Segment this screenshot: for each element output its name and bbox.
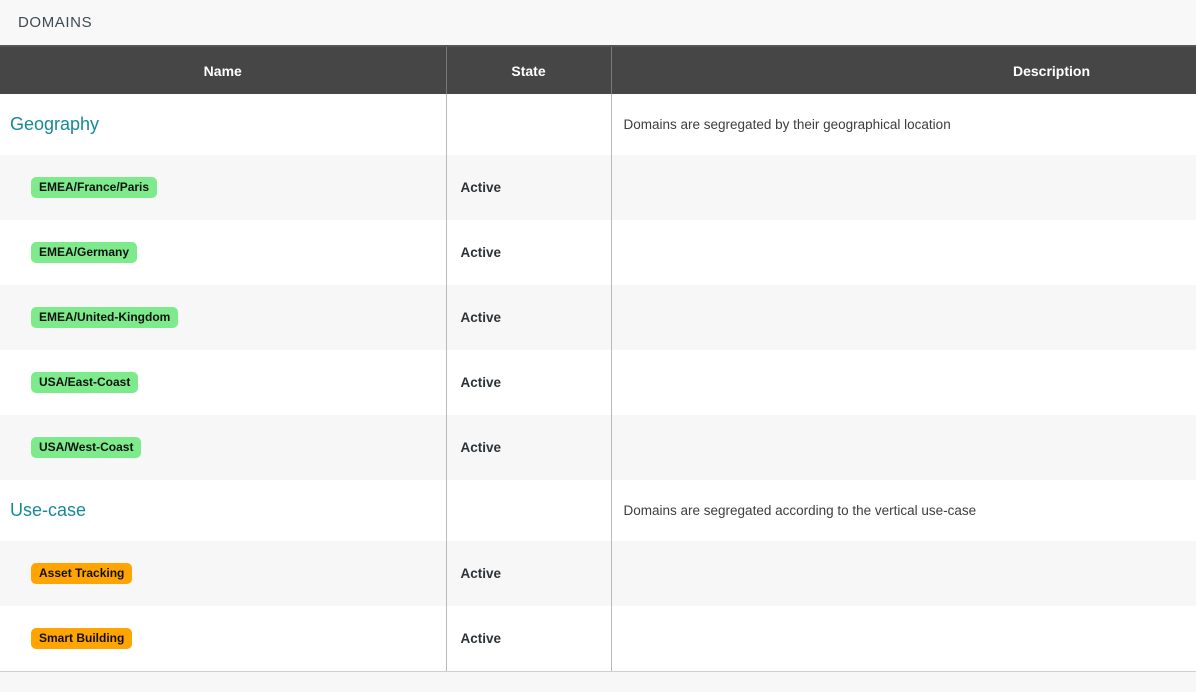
domain-badge[interactable]: Smart Building: [31, 628, 132, 649]
group-row: Use-case Domains are segregated according…: [0, 480, 1196, 541]
domain-description-cell: [611, 541, 1196, 606]
table-row[interactable]: USA/West-Coast Active: [0, 415, 1196, 480]
domain-badge[interactable]: EMEA/Germany: [31, 242, 137, 263]
domain-name-cell: Asset Tracking: [0, 541, 446, 606]
status-badge: Active: [447, 440, 502, 455]
table-row[interactable]: USA/East-Coast Active: [0, 350, 1196, 415]
domain-description: [612, 631, 624, 646]
status-badge: Active: [447, 631, 502, 646]
domain-description-cell: [611, 606, 1196, 671]
domain-description: [612, 245, 624, 260]
domain-state-cell: Active: [446, 285, 611, 350]
table-header-row: Name State Description: [0, 47, 1196, 94]
group-title[interactable]: Use-case: [0, 500, 86, 520]
domain-state-cell: Active: [446, 415, 611, 480]
status-badge: Active: [447, 566, 502, 581]
table-row[interactable]: EMEA/France/Paris Active: [0, 155, 1196, 220]
domain-description-cell: [611, 350, 1196, 415]
domain-name-cell: USA/West-Coast: [0, 415, 446, 480]
group-title[interactable]: Geography: [0, 114, 99, 134]
group-name-cell: Use-case: [0, 480, 446, 541]
status-badge: Active: [447, 180, 502, 195]
domain-description: [612, 375, 624, 390]
table-body: Geography Domains are segregated by their…: [0, 94, 1196, 671]
domain-name-cell: Smart Building: [0, 606, 446, 671]
table-row[interactable]: Asset Tracking Active: [0, 541, 1196, 606]
status-badge: Active: [447, 375, 502, 390]
domain-name-cell: EMEA/Germany: [0, 220, 446, 285]
column-header-name[interactable]: Name: [0, 47, 446, 94]
page-footer-space: [0, 672, 1196, 688]
domain-state-cell: Active: [446, 350, 611, 415]
domain-description-cell: [611, 415, 1196, 480]
table-row[interactable]: EMEA/Germany Active: [0, 220, 1196, 285]
domain-state-cell: Active: [446, 155, 611, 220]
domain-badge[interactable]: EMEA/United-Kingdom: [31, 307, 178, 328]
group-name-cell: Geography: [0, 94, 446, 155]
group-description: Domains are segregated according to the …: [612, 503, 977, 518]
domains-table-wrapper: Name State Description Geography Domains …: [0, 47, 1196, 672]
column-header-description[interactable]: Description: [611, 47, 1196, 94]
column-header-state[interactable]: State: [446, 47, 611, 94]
domain-description-cell: [611, 285, 1196, 350]
domain-badge[interactable]: Asset Tracking: [31, 563, 132, 584]
domains-page: DOMAINS Name State Description Geography…: [0, 0, 1196, 692]
domain-badge[interactable]: USA/West-Coast: [31, 437, 141, 458]
domain-description: [612, 180, 624, 195]
group-state-cell: [446, 480, 611, 541]
group-description-cell: Domains are segregated according to the …: [611, 480, 1196, 541]
table-bottom-divider: [0, 671, 1196, 672]
domain-description: [612, 566, 624, 581]
domain-description-cell: [611, 220, 1196, 285]
domain-name-cell: EMEA/United-Kingdom: [0, 285, 446, 350]
top-bar: DOMAINS: [0, 0, 1196, 47]
domains-table: Name State Description Geography Domains …: [0, 47, 1196, 671]
domain-description-cell: [611, 155, 1196, 220]
group-state-cell: [446, 94, 611, 155]
domain-name-cell: USA/East-Coast: [0, 350, 446, 415]
domain-state-cell: Active: [446, 606, 611, 671]
table-header: Name State Description: [0, 47, 1196, 94]
domain-name-cell: EMEA/France/Paris: [0, 155, 446, 220]
domain-description: [612, 440, 624, 455]
domain-badge[interactable]: EMEA/France/Paris: [31, 177, 157, 198]
domain-description: [612, 310, 624, 325]
domain-state-cell: Active: [446, 220, 611, 285]
status-badge: Active: [447, 310, 502, 325]
table-row[interactable]: Smart Building Active: [0, 606, 1196, 671]
group-description-cell: Domains are segregated by their geograph…: [611, 94, 1196, 155]
page-title: DOMAINS: [18, 14, 92, 31]
status-badge: Active: [447, 245, 502, 260]
domain-state-cell: Active: [446, 541, 611, 606]
table-row[interactable]: EMEA/United-Kingdom Active: [0, 285, 1196, 350]
group-description: Domains are segregated by their geograph…: [612, 117, 951, 132]
domain-badge[interactable]: USA/East-Coast: [31, 372, 138, 393]
group-row: Geography Domains are segregated by their…: [0, 94, 1196, 155]
